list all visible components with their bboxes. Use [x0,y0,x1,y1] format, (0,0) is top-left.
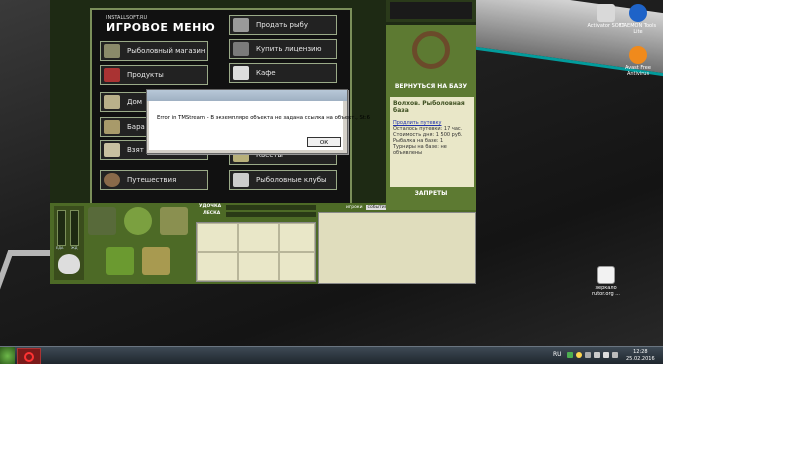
backpack-icon[interactable] [88,207,116,235]
license-icon [233,42,249,56]
net-icon[interactable] [160,207,188,235]
gauge-label: ЕДА [56,246,64,250]
cauldron-icon[interactable] [58,254,80,274]
fish-icon [233,18,249,32]
system-tray [567,352,618,358]
menu-item-label: Рыболовные клубы [256,176,327,184]
bar-icon [104,120,120,134]
ok-button[interactable]: ОК [307,137,341,147]
ship-wheel-icon[interactable] [412,31,450,69]
language-indicator[interactable]: RU [553,351,562,358]
tackle-slot[interactable] [279,252,315,281]
menu-item-label: Дом [127,98,143,106]
tray-icon[interactable] [585,352,591,358]
menu-item-cafe[interactable]: Кафе [229,63,337,83]
tray-icon[interactable] [576,352,582,358]
players-list [318,212,476,284]
start-button[interactable] [0,347,15,364]
bucket-icon[interactable] [142,247,170,275]
menu-item-travel[interactable]: Путешествия [100,170,208,190]
players-tab[interactable]: игроки [346,205,363,210]
take-icon [104,143,120,157]
bottom-panel: ЕДА ЖД УДОЧКА ЛЕСКА игроки события [50,203,476,284]
taskbar: RU 12:28 25.02.2016 [0,346,663,364]
house-icon [104,95,120,109]
error-dialog: Error in TMStream - В экземпляре объекта… [146,89,370,154]
base-info-line: Турниры на базе: не объявлены [393,144,447,156]
bans-button[interactable]: ЗАПРЕТЫ [386,190,476,197]
menu-item-fishing-shop[interactable]: Рыболовный магазин [100,41,208,61]
desktop-icon-daemon[interactable]: DAEMON Tools Lite [618,4,658,35]
opera-taskbar-button[interactable] [17,348,41,364]
energy-gauge [70,210,79,246]
tackle-grid [196,222,316,282]
tackle-slot[interactable] [238,223,279,252]
basket-icon[interactable] [106,247,134,275]
menu-title: ИГРОВОЕ МЕНЮ [106,21,216,34]
tools-icon [597,4,615,22]
desktop: INSTALLSOFT.RU ИГРОВОЕ МЕНЮ Рыболовный м… [0,0,663,364]
menu-item-label: Путешествия [127,176,177,184]
opera-icon [24,352,34,362]
tackle-slot[interactable] [197,252,238,281]
clock[interactable]: 12:28 25.02.2016 [626,349,655,363]
dialog-title [147,90,347,101]
status-gauges: ЕДА ЖД [54,206,84,280]
bait-icon[interactable] [124,207,152,235]
menu-item-label: Бара [127,123,145,131]
right-top-slot [390,2,472,19]
menu-item-products[interactable]: Продукты [100,65,208,85]
avast-icon [629,46,647,64]
right-top-frame [386,0,476,22]
power-icon[interactable] [612,352,618,358]
tray-icon[interactable] [567,352,573,358]
desktop-icon-label: DAEMON Tools Lite [619,23,657,35]
menu-item-label: Продать рыбу [256,21,308,29]
desktop-icon-label: зеркало rutor.org ... [592,285,620,297]
tackle-slot[interactable] [197,223,238,252]
menu-item-sell-fish[interactable]: Продать рыбу [229,15,337,35]
rod-label: УДОЧКА [199,204,222,209]
menu-item-fishing-clubs[interactable]: Рыболовные клубы [229,170,337,190]
line-bar [226,212,316,217]
menu-item-label: Рыболовный магазин [127,47,206,55]
desktop-icon-rutor[interactable]: зеркало rutor.org ... [586,266,626,297]
desktop-icon-avast[interactable]: Avast Free Antivirus [618,46,658,77]
food-icon [104,68,120,82]
rod-bar [226,205,316,210]
desktop-icon-label: Avast Free Antivirus [625,65,651,77]
return-to-base-button[interactable]: ВЕРНУТЬСЯ НА БАЗУ [386,83,476,90]
base-title: Волхов. Рыболовная база [393,100,465,114]
dialog-message: Error in TMStream - В экземпляре объекта… [157,115,371,121]
food-gauge [57,210,66,246]
gauge-label: ЖД [71,246,78,250]
dialog-body: Error in TMStream - В экземпляре объекта… [149,101,370,150]
base-panel: ВЕРНУТЬСЯ НА БАЗУ Волхов. Рыболовная баз… [386,25,476,210]
volume-icon[interactable] [603,352,609,358]
tackle-slot[interactable] [279,223,315,252]
network-icon[interactable] [594,352,600,358]
document-icon [597,266,615,284]
clock-date: 25.02.2016 [626,356,655,362]
tackle-slot[interactable] [238,252,279,281]
wheel-icon [104,173,120,187]
clock-time: 12:28 [633,349,648,355]
daemon-tools-icon [629,4,647,22]
menu-item-buy-license[interactable]: Купить лицензию [229,39,337,59]
menu-item-label: Взят [127,146,144,154]
menu-item-label: Купить лицензию [256,45,322,53]
menu-item-label: Продукты [127,71,164,79]
club-icon [233,173,249,187]
cafe-icon [233,66,249,80]
reel-icon [104,44,120,58]
line-label: ЛЕСКА [203,211,221,216]
menu-item-label: Кафе [256,69,276,77]
base-info-box: Волхов. Рыболовная база Продлить путевку… [390,97,474,187]
